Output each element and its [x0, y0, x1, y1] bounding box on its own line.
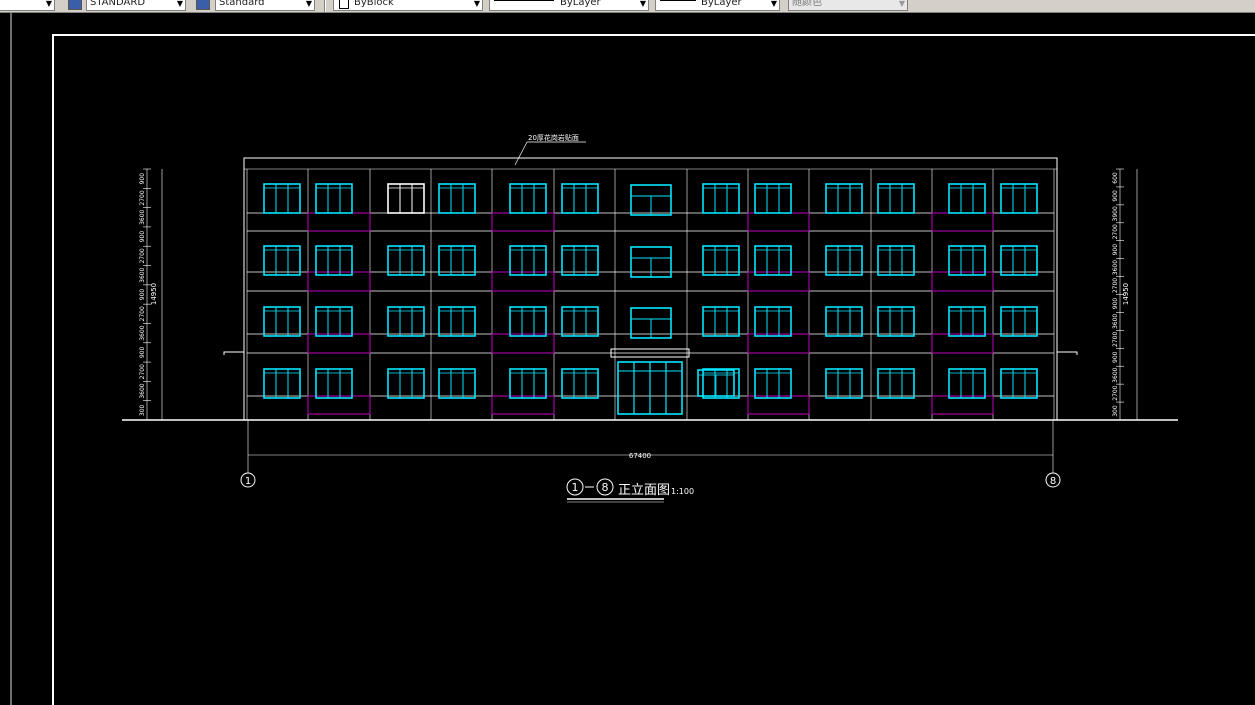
axis-label-end: 8	[1050, 476, 1056, 487]
title-axis-end: 8	[602, 481, 609, 494]
left-dim-label: 300	[139, 404, 146, 416]
layer-dropdown[interactable]: ▼	[0, 0, 55, 11]
chevron-down-icon: ▼	[770, 0, 777, 8]
model-space-background	[0, 13, 1255, 705]
axis-label-start: 1	[245, 476, 251, 487]
plotstyle-dropdown[interactable]: 随颜色 ▼	[788, 0, 908, 11]
lineweight-dropdown[interactable]: ByLayer ▼	[655, 0, 780, 11]
right-dim-label: 3600	[1112, 367, 1119, 382]
properties-toolbar: ▼ STANDARD ▼ Standard ▼ ByBlock ▼ ByLayer ▼ …	[0, 0, 1255, 13]
dim-style-value: Standard	[219, 0, 265, 8]
lineweight-preview-icon	[660, 0, 696, 1]
toolbar-separator	[324, 0, 326, 12]
right-dim-label: 900	[1112, 298, 1119, 310]
chevron-down-icon: ▼	[473, 0, 480, 8]
right-dim-label: 2700	[1112, 278, 1119, 293]
right-dim-label: 2700	[1112, 385, 1119, 400]
right-dim-label: 900	[1112, 190, 1119, 202]
text-style-icon[interactable]	[68, 0, 82, 10]
right-dim-label: 3900	[1112, 206, 1119, 221]
left-dim-label: 3600	[139, 267, 146, 282]
left-dim-label: 900	[139, 347, 146, 359]
dim-style-dropdown[interactable]: Standard ▼	[215, 0, 315, 11]
left-dim-label: 2700	[139, 364, 146, 379]
dim-style-icon[interactable]	[196, 0, 210, 10]
left-dim-label: 900	[139, 231, 146, 243]
right-total-dimension-text: 14950	[1122, 283, 1130, 305]
left-dim-label: 3600	[139, 383, 146, 398]
text-style-dropdown[interactable]: STANDARD ▼	[86, 0, 186, 11]
right-dim-label: 900	[1112, 351, 1119, 363]
chevron-down-icon: ▼	[898, 0, 905, 8]
drawing-canvas[interactable]: 900 2700 3600 900 2700 3600 900 2700 3600 900 2700…	[0, 13, 1255, 705]
right-dim-label: 2700	[1112, 224, 1119, 239]
chevron-down-icon: ▼	[176, 0, 183, 8]
right-dim-label: 300	[1112, 405, 1119, 417]
right-dim-label: 3600	[1112, 314, 1119, 329]
linetype-dropdown[interactable]: ByLayer ▼	[489, 0, 649, 11]
right-dim-label: 900	[1112, 244, 1119, 256]
left-dim-label: 900	[139, 289, 146, 301]
left-total-dimension-text: 14950	[150, 283, 158, 305]
left-dim-label: 3600	[139, 209, 146, 224]
line-preview-icon	[494, 0, 554, 1]
drawing-title: 正立面图	[618, 483, 670, 498]
roof-note-text: 20厚花岗岩贴面	[528, 133, 579, 142]
left-dim-label: 900	[139, 173, 146, 185]
chevron-down-icon: ▼	[45, 0, 52, 8]
drawing-scale: 1:100	[671, 487, 694, 496]
lineweight-value: ByLayer	[701, 0, 742, 8]
color-value: ByBlock	[354, 0, 394, 8]
color-swatch-icon	[339, 0, 349, 9]
color-dropdown[interactable]: ByBlock ▼	[333, 0, 483, 11]
right-dim-label: 3600	[1112, 260, 1119, 275]
right-dim-label: 2700	[1112, 332, 1119, 347]
left-dim-label: 3600	[139, 325, 146, 340]
right-dim-label: 600	[1112, 172, 1119, 184]
title-axis-start: 1	[572, 481, 579, 494]
left-dim-label: 2700	[139, 248, 146, 263]
chevron-down-icon: ▼	[639, 0, 646, 8]
total-dimension-text: 67400	[629, 452, 651, 460]
left-dim-label: 2700	[139, 190, 146, 205]
text-style-value: STANDARD	[90, 0, 146, 8]
left-dim-label: 2700	[139, 306, 146, 321]
plotstyle-value: 随颜色	[792, 0, 822, 8]
chevron-down-icon: ▼	[305, 0, 312, 8]
linetype-value: ByLayer	[560, 0, 601, 8]
